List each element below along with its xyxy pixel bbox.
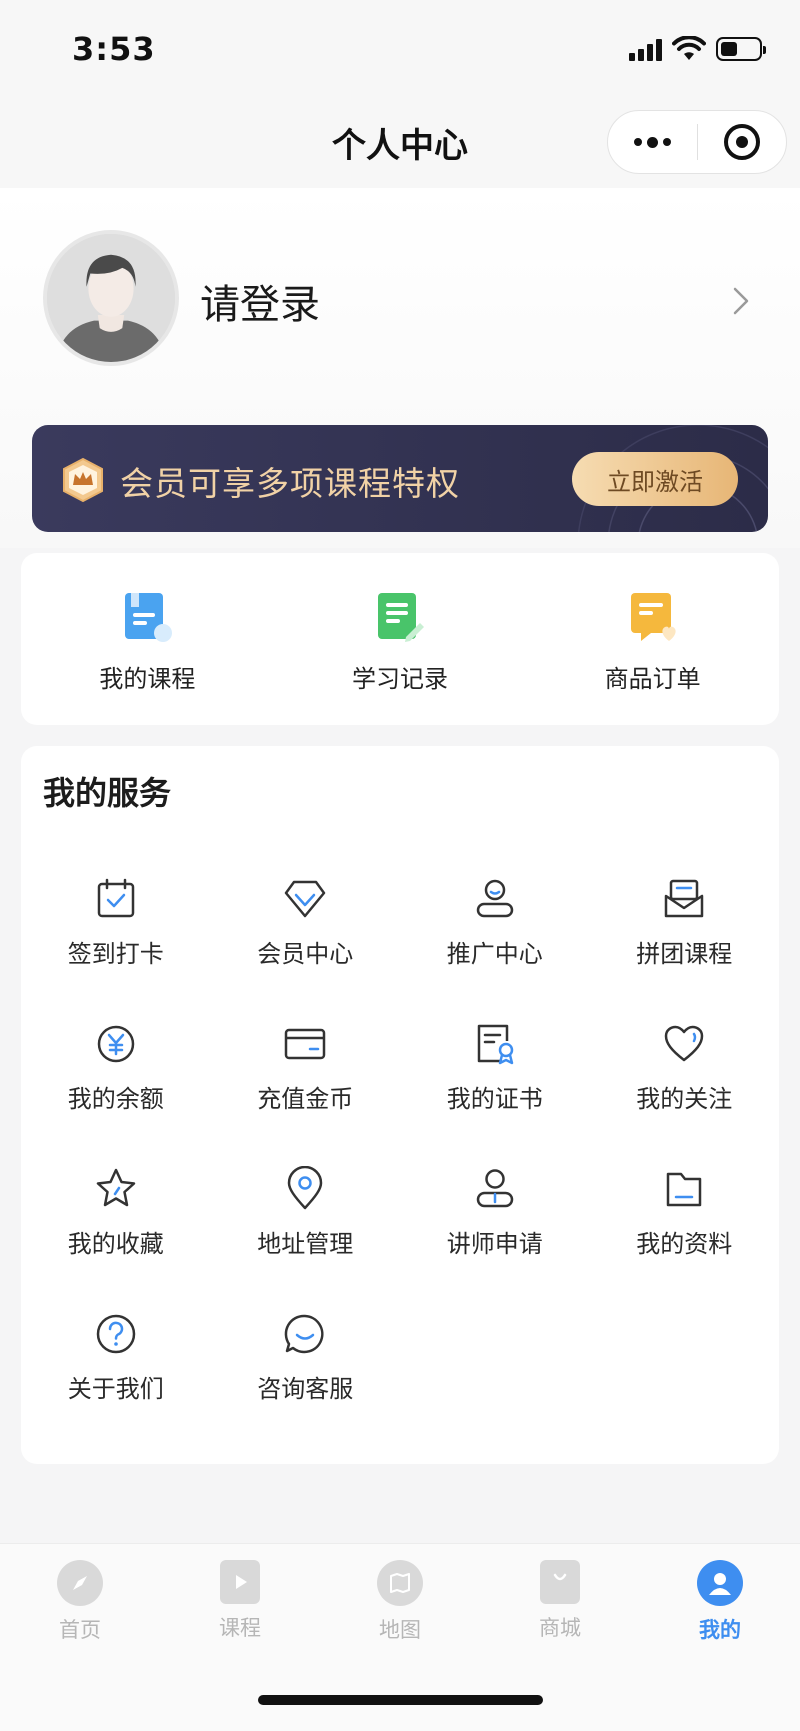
- tab-bar: 首页 课程 地图 商城 我的: [0, 1543, 800, 1731]
- promoter-user-icon: [476, 879, 513, 918]
- vip-banner[interactable]: 会员可享多项课程特权 立即激活: [32, 425, 768, 532]
- status-time: 3:53: [72, 30, 156, 68]
- tab-label: 首页: [59, 1618, 101, 1642]
- service-label: 讲师申请: [446, 1230, 543, 1258]
- tab-map[interactable]: 地图: [320, 1560, 480, 1654]
- service-checkin[interactable]: 签到打卡: [21, 876, 211, 1021]
- more-button[interactable]: [608, 111, 697, 173]
- card-icon: [285, 1028, 326, 1060]
- compass-icon: [57, 1560, 103, 1606]
- quick-link-orders[interactable]: 商品订单: [526, 553, 779, 725]
- course-book-icon: [125, 593, 173, 642]
- quick-link-label: 商品订单: [604, 665, 701, 693]
- quick-links-card: 我的课程 学习记录 商品订单: [21, 553, 779, 725]
- status-bar: 3:53: [0, 0, 800, 100]
- service-label: 我的证书: [446, 1085, 543, 1113]
- service-certificate[interactable]: 我的证书: [400, 1021, 590, 1166]
- tab-label: 地图: [379, 1618, 421, 1642]
- tab-home[interactable]: 首页: [0, 1560, 160, 1654]
- nav-bar: 个人中心: [0, 100, 800, 188]
- service-label: 咨询客服: [257, 1375, 354, 1403]
- order-icon: [630, 593, 676, 641]
- services-card: 我的服务 签到打卡 会员中心 推广中心 拼团课程 我的余额 充值金币 我的证书 …: [21, 746, 779, 1464]
- map-icon: [377, 1560, 423, 1606]
- question-icon: [96, 1314, 135, 1354]
- service-label: 签到打卡: [67, 940, 164, 968]
- user-icon: [697, 1560, 743, 1606]
- course-play-icon: [220, 1560, 260, 1604]
- tab-mall[interactable]: 商城: [480, 1560, 640, 1654]
- services-title: 我的服务: [43, 774, 172, 812]
- diamond-icon: [285, 880, 326, 918]
- service-lecturer[interactable]: 讲师申请: [400, 1166, 590, 1311]
- activate-vip-button[interactable]: 立即激活: [572, 452, 738, 506]
- star-icon: [96, 1168, 135, 1207]
- home-indicator: [258, 1695, 543, 1705]
- service-label: 会员中心: [257, 940, 354, 968]
- service-about-us[interactable]: 关于我们: [21, 1311, 211, 1456]
- status-icons: [629, 36, 766, 62]
- more-dots-icon: [633, 136, 671, 148]
- chat-icon: [284, 1314, 324, 1354]
- shopping-bag-icon: [540, 1560, 580, 1604]
- quick-link-study-records[interactable]: 学习记录: [274, 553, 527, 725]
- service-label: 地址管理: [257, 1230, 354, 1258]
- service-following[interactable]: 我的关注: [590, 1021, 780, 1166]
- study-record-icon: [378, 593, 424, 642]
- tab-label: 我的: [699, 1618, 741, 1642]
- service-label: 充值金币: [257, 1085, 354, 1113]
- checkin-calendar-icon: [97, 878, 134, 918]
- service-balance[interactable]: 我的余额: [21, 1021, 211, 1166]
- avatar[interactable]: [43, 230, 179, 366]
- service-label: 拼团课程: [636, 940, 733, 968]
- service-customer-support[interactable]: 咨询客服: [211, 1311, 401, 1456]
- location-pin-icon: [288, 1166, 323, 1210]
- tab-mine[interactable]: 我的: [640, 1560, 800, 1654]
- service-label: 推广中心: [446, 940, 543, 968]
- close-miniprogram-button[interactable]: [698, 111, 787, 173]
- tab-courses[interactable]: 课程: [160, 1560, 320, 1654]
- quick-link-label: 学习记录: [352, 665, 448, 693]
- tab-label: 课程: [219, 1616, 261, 1640]
- crown-icon: [63, 457, 103, 503]
- login-prompt[interactable]: 请登录: [200, 272, 320, 330]
- services-grid: 签到打卡 会员中心 推广中心 拼团课程 我的余额 充值金币 我的证书 我的关注 …: [21, 876, 779, 1456]
- folder-icon: [667, 1172, 702, 1207]
- wifi-icon: [672, 36, 706, 60]
- miniprogram-capsule: [607, 110, 787, 174]
- service-label: 我的关注: [636, 1085, 733, 1113]
- service-favorites[interactable]: 我的收藏: [21, 1166, 211, 1311]
- quick-link-label: 我的课程: [99, 665, 196, 693]
- service-group-course[interactable]: 拼团课程: [590, 876, 780, 1021]
- default-avatar-icon: [47, 234, 175, 362]
- service-label: 关于我们: [67, 1375, 164, 1403]
- chevron-right-icon: [733, 287, 749, 315]
- quick-link-my-courses[interactable]: 我的课程: [21, 553, 274, 725]
- lecturer-icon: [476, 1169, 513, 1208]
- certificate-icon: [477, 1024, 513, 1065]
- target-icon: [723, 124, 760, 160]
- service-label: 我的余额: [67, 1085, 164, 1113]
- service-vip-center[interactable]: 会员中心: [211, 876, 401, 1021]
- service-label: 我的收藏: [67, 1230, 164, 1258]
- vip-banner-text: 会员可享多项课程特权: [120, 464, 460, 503]
- service-label: 我的资料: [636, 1230, 733, 1258]
- service-promotion[interactable]: 推广中心: [400, 876, 590, 1021]
- heart-icon: [665, 1025, 704, 1062]
- yen-coin-icon: [97, 1025, 134, 1063]
- cellular-signal-icon: [629, 37, 662, 61]
- service-profile-data[interactable]: 我的资料: [590, 1166, 780, 1311]
- service-recharge[interactable]: 充值金币: [211, 1021, 401, 1166]
- tab-label: 商城: [539, 1616, 581, 1640]
- service-address[interactable]: 地址管理: [211, 1166, 401, 1311]
- group-envelope-icon: [665, 879, 704, 918]
- battery-icon: [716, 37, 766, 61]
